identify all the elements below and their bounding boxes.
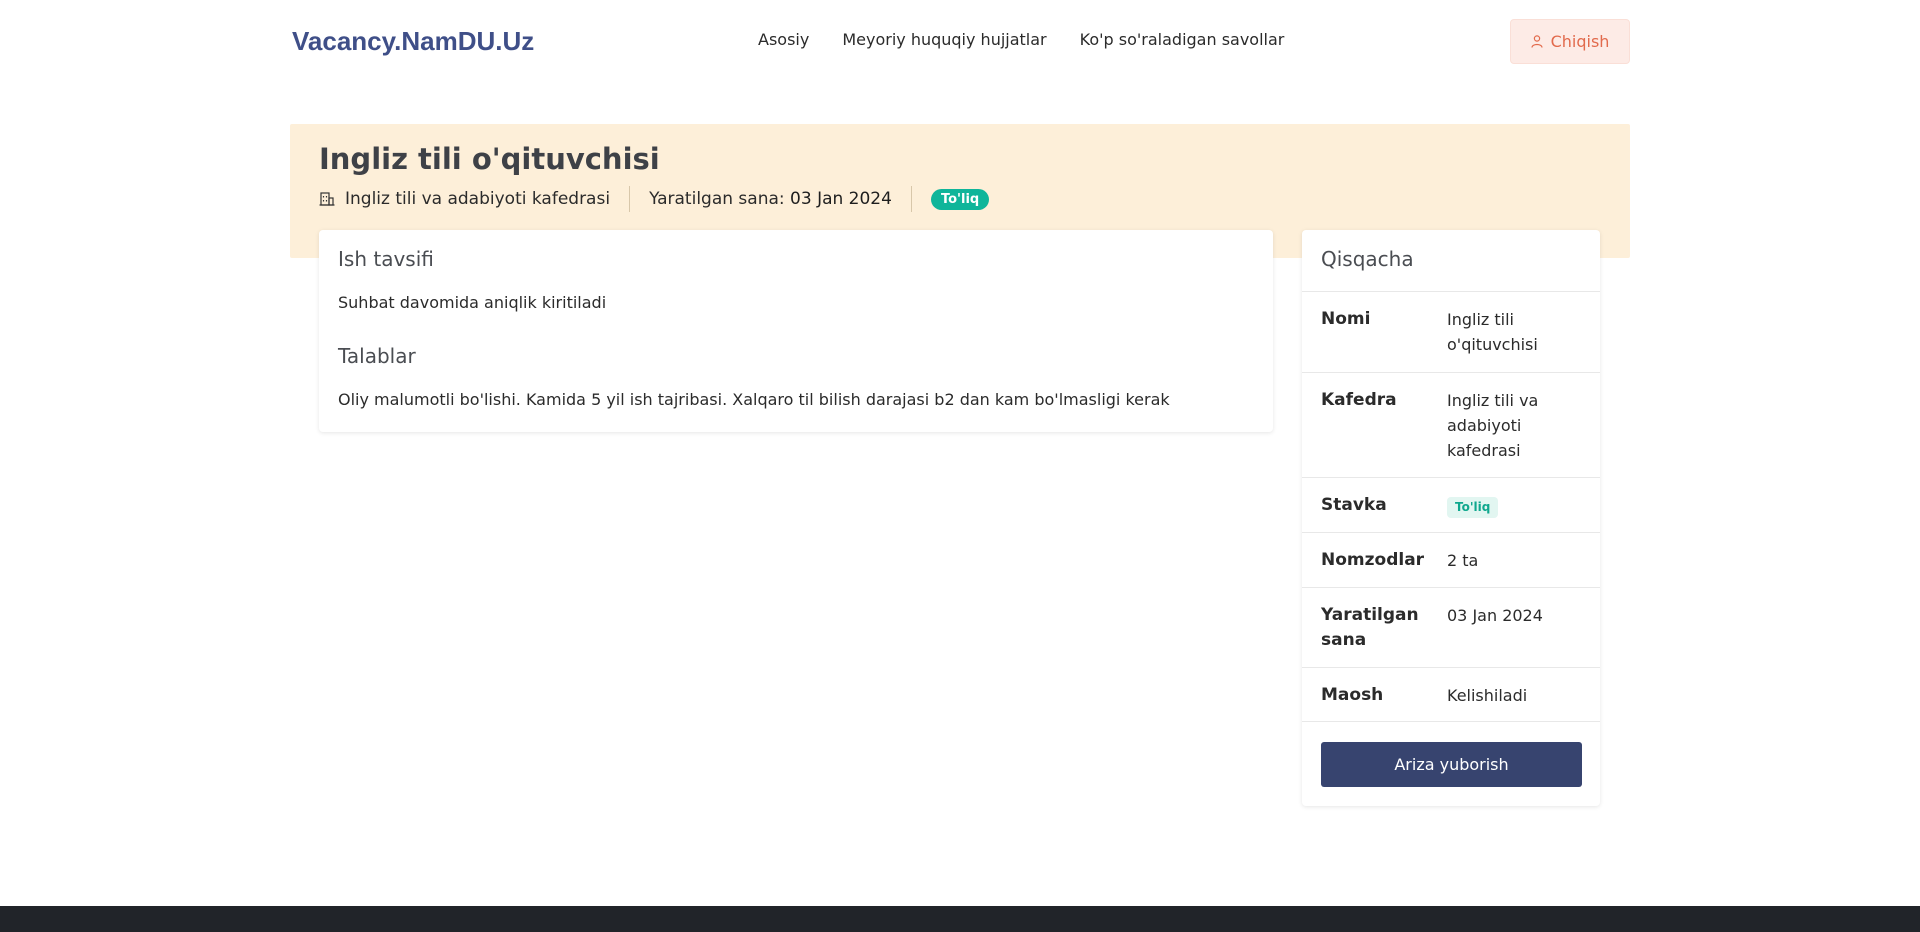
summary-key: Kafedra [1321, 390, 1397, 410]
summary-title: Qisqacha [1321, 247, 1414, 271]
summary-key: Nomzodlar [1321, 550, 1425, 570]
divider [910, 186, 912, 212]
vacancy-meta: Ingliz tili va adabiyoti kafedrasi Yarat… [319, 186, 990, 212]
summary-row: Stavka To'liq [1302, 477, 1600, 532]
footer [0, 906, 1920, 932]
summary-row: Nomi Ingliz tili o'qituvchisi [1302, 291, 1600, 372]
divider [629, 186, 631, 212]
brand-logo[interactable]: Vacancy.NamDU.Uz [292, 26, 534, 57]
main-nav: Asosiy Meyoriy huquqiy hujjatlar Ko'p so… [758, 30, 1317, 49]
summary-row: Kafedra Ingliz tili va adabiyoti kafedra… [1302, 372, 1600, 477]
summary-row: Yaratilgan sana 03 Jan 2024 [1302, 587, 1600, 667]
apply-button[interactable]: Ariza yuborish [1321, 742, 1582, 787]
summary-row: Maosh Kelishiladi [1302, 667, 1600, 722]
description-heading: Ish tavsifi [338, 247, 434, 271]
nav-item-regulations[interactable]: Meyoriy huquqiy hujjatlar [842, 30, 1046, 49]
created-date: 03 Jan 2024 [790, 189, 892, 209]
vacancy-title: Ingliz tili o'qituvchisi [319, 142, 660, 176]
top-navbar: Vacancy.NamDU.Uz Asosiy Meyoriy huquqiy … [290, 0, 1630, 82]
description-text: Suhbat davomida aniqlik kiritiladi [338, 293, 607, 312]
summary-value: Ingliz tili o'qituvchisi [1447, 310, 1538, 354]
description-card: Ish tavsifi Suhbat davomida aniqlik kiri… [319, 230, 1273, 432]
nav-item-home[interactable]: Asosiy [758, 30, 809, 49]
summary-card: Qisqacha Nomi Ingliz tili o'qituvchisi K… [1302, 230, 1600, 806]
summary-value: Kelishiladi [1447, 686, 1528, 705]
rate-badge: To'liq [930, 188, 990, 210]
department-name: Ingliz tili va adabiyoti kafedrasi [345, 189, 611, 209]
user-icon [1530, 35, 1543, 48]
building-icon [319, 192, 335, 206]
requirements-heading: Talablar [338, 344, 416, 368]
summary-key: Nomi [1321, 309, 1371, 329]
summary-value: To'liq [1447, 493, 1587, 518]
nav-item-faq[interactable]: Ko'p so'raladigan savollar [1080, 30, 1285, 49]
summary-key: Maosh [1321, 685, 1384, 705]
summary-row: Nomzodlar 2 ta [1302, 532, 1600, 587]
logout-label: Chiqish [1550, 32, 1610, 51]
summary-value: 2 ta [1447, 551, 1479, 570]
logout-button[interactable]: Chiqish [1510, 19, 1630, 64]
created-label: Yaratilgan sana: [649, 189, 785, 209]
requirements-text: Oliy malumotli bo'lishi. Kamida 5 yil is… [338, 390, 1170, 409]
summary-value: Ingliz tili va adabiyoti kafedrasi [1447, 391, 1539, 460]
summary-key: Stavka [1321, 495, 1387, 515]
rate-badge: To'liq [1447, 497, 1499, 518]
summary-key: Yaratilgan sana [1321, 605, 1419, 650]
summary-value: 03 Jan 2024 [1447, 606, 1543, 625]
